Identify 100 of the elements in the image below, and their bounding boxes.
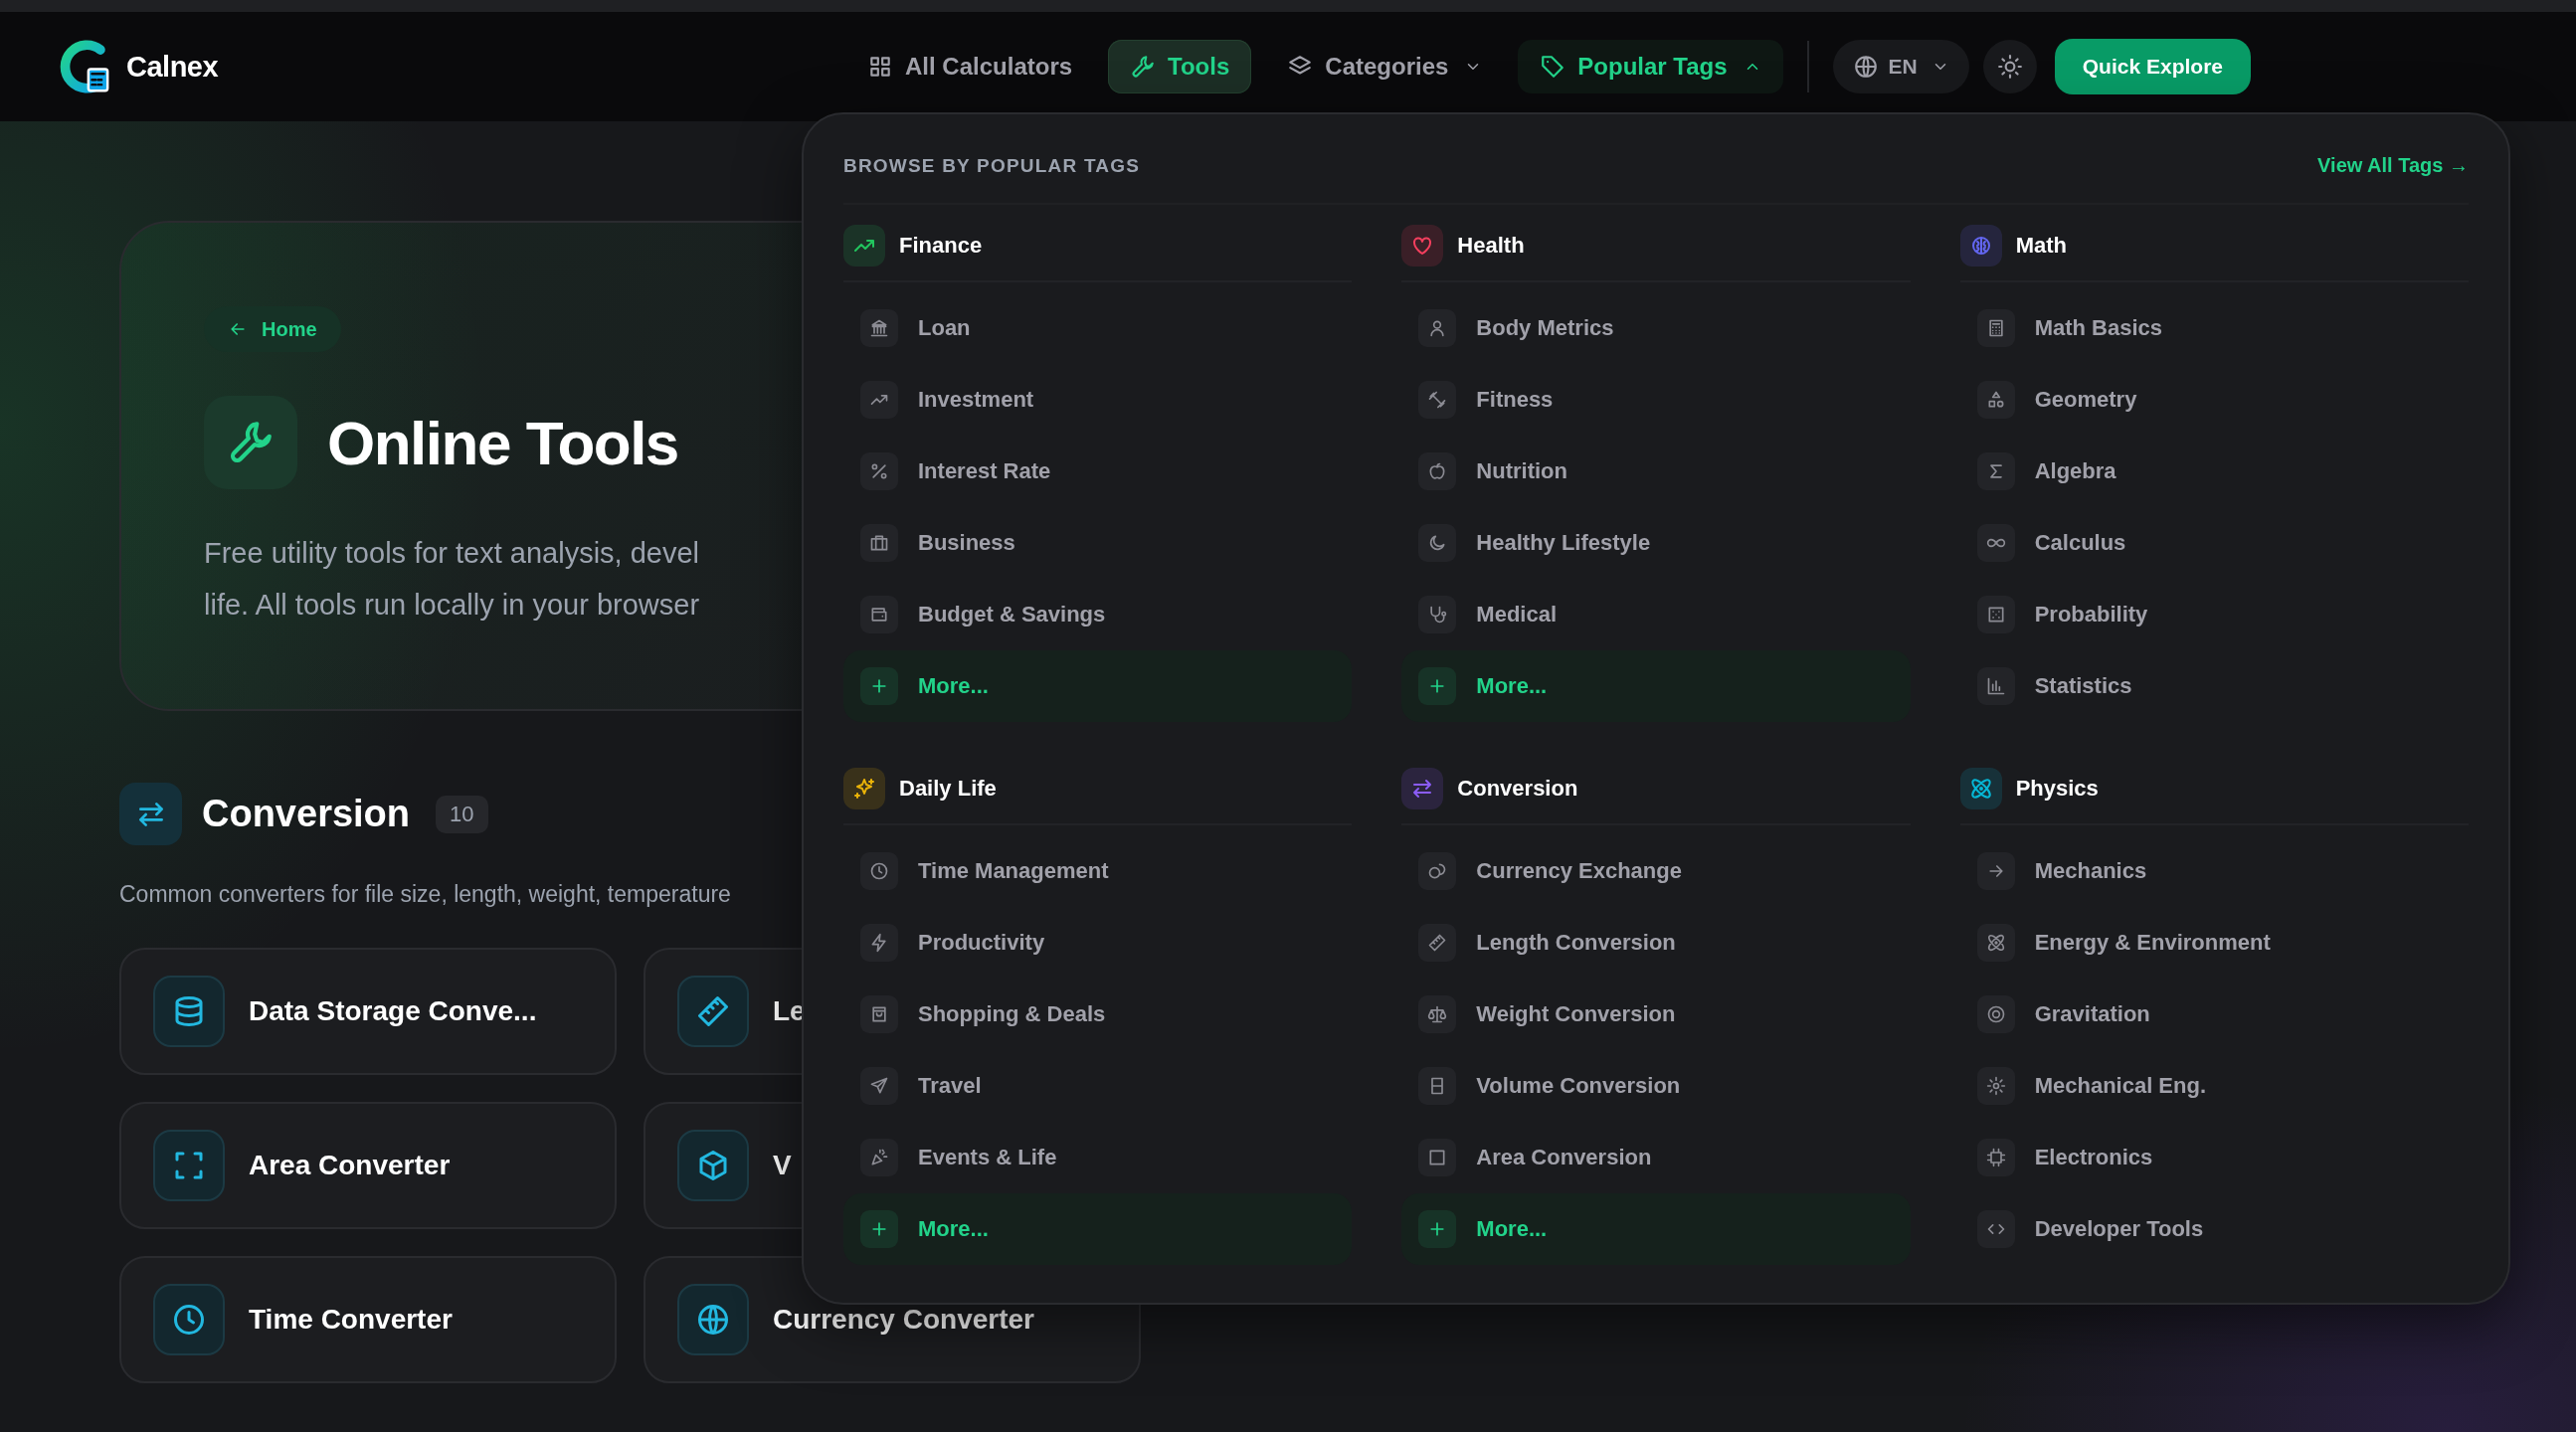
- stethoscope-icon: [1418, 596, 1457, 633]
- section-description: Common converters for file size, length, weight, temperature: [119, 881, 731, 908]
- moon-icon: [1418, 524, 1457, 562]
- plus-icon: [860, 667, 898, 705]
- tag-link[interactable]: Body Metrics: [1401, 292, 1911, 364]
- group-title: Daily Life: [899, 776, 997, 802]
- tag-link[interactable]: Electronics: [1959, 1122, 2469, 1193]
- tag-link[interactable]: Area Conversion: [1401, 1122, 1911, 1193]
- quick-explore-button[interactable]: Quick Explore: [2054, 39, 2251, 94]
- home-link[interactable]: Home: [204, 306, 341, 352]
- sigma-icon: [1976, 452, 2015, 490]
- code-icon: [1976, 1210, 2015, 1248]
- group-title: Finance: [899, 233, 983, 259]
- ruler-icon: [1418, 924, 1457, 962]
- tag-link[interactable]: Algebra: [1959, 436, 2469, 507]
- group-title: Health: [1457, 233, 1525, 259]
- tag-link[interactable]: Budget & Savings: [843, 579, 1353, 650]
- scale-icon: [1418, 995, 1457, 1033]
- user-icon: [1418, 309, 1457, 347]
- more-link[interactable]: More...: [843, 1193, 1353, 1265]
- chip-icon: [1976, 1139, 2015, 1176]
- nav-link[interactable]: Popular Tags: [1518, 40, 1783, 93]
- tag-link[interactable]: Investment: [843, 364, 1353, 436]
- tag-link[interactable]: Calculus: [1959, 507, 2469, 579]
- tag-link[interactable]: Travel: [843, 1050, 1353, 1122]
- gear-icon: [1976, 1067, 2015, 1105]
- clock-icon: [153, 1284, 225, 1355]
- dice-icon: [1976, 596, 2015, 633]
- tag-link[interactable]: Loan: [843, 292, 1353, 364]
- count-badge: 10: [436, 795, 488, 833]
- atom-icon: [1976, 924, 2015, 962]
- tag-link[interactable]: Business: [843, 507, 1353, 579]
- tag-link[interactable]: Volume Conversion: [1401, 1050, 1911, 1122]
- converter-card[interactable]: Time Converter: [119, 1256, 617, 1383]
- party-icon: [860, 1139, 898, 1176]
- card-title: Time Converter: [249, 1304, 453, 1336]
- wallet-icon: [860, 596, 898, 633]
- tag-link[interactable]: Length Conversion: [1401, 907, 1911, 979]
- tag-link[interactable]: Events & Life: [843, 1122, 1353, 1193]
- tag-link[interactable]: Statistics: [1959, 650, 2469, 722]
- plus-icon: [1418, 667, 1457, 705]
- card-title: V: [773, 1150, 792, 1181]
- tag-link[interactable]: Mechanical Eng.: [1959, 1050, 2469, 1122]
- tag-link[interactable]: Currency Exchange: [1401, 835, 1911, 907]
- group-title: Math: [2015, 233, 2067, 259]
- view-all-link[interactable]: View All Tags →: [2317, 154, 2469, 177]
- apple-icon: [1418, 452, 1457, 490]
- bag-icon: [860, 995, 898, 1033]
- arrow-right-icon: [1976, 852, 2015, 890]
- tag-link[interactable]: Productivity: [843, 907, 1353, 979]
- nav-link[interactable]: Categories: [1265, 40, 1505, 93]
- nav-link[interactable]: All Calculators: [845, 40, 1095, 93]
- tag-link[interactable]: Fitness: [1401, 364, 1911, 436]
- dropdown-title: BROWSE BY POPULAR TAGS: [843, 154, 1141, 177]
- tag-link[interactable]: Energy & Environment: [1959, 907, 2469, 979]
- tag-link[interactable]: Shopping & Deals: [843, 979, 1353, 1050]
- tag-link[interactable]: Developer Tools: [1959, 1193, 2469, 1265]
- tag-link[interactable]: Time Management: [843, 835, 1353, 907]
- tag-link[interactable]: Nutrition: [1401, 436, 1911, 507]
- language-button[interactable]: EN: [1832, 40, 1969, 93]
- tag-link[interactable]: Healthy Lifestyle: [1401, 507, 1911, 579]
- tag-link[interactable]: Probability: [1959, 579, 2469, 650]
- tag-link[interactable]: Medical: [1401, 579, 1911, 650]
- square-icon: [1418, 1139, 1457, 1176]
- more-link[interactable]: More...: [1401, 650, 1911, 722]
- more-link[interactable]: More...: [843, 650, 1353, 722]
- cup-icon: [1418, 1067, 1457, 1105]
- tag-link[interactable]: Mechanics: [1959, 835, 2469, 907]
- globe-icon: [677, 1284, 749, 1355]
- description-line: Free utility tools for text analysis, devel: [204, 536, 700, 571]
- lightning-icon: [860, 924, 898, 962]
- percent-icon: [860, 452, 898, 490]
- briefcase-icon: [860, 524, 898, 562]
- shapes-icon: [1976, 381, 2015, 419]
- nav-link[interactable]: Tools: [1108, 40, 1252, 93]
- clock-icon: [860, 852, 898, 890]
- tag-link[interactable]: Gravitation: [1959, 979, 2469, 1050]
- wrench-icon: [1130, 54, 1157, 80]
- calculator-icon: [1976, 309, 2015, 347]
- converter-card[interactable]: Data Storage Conve...: [119, 948, 617, 1075]
- dumbbell-icon: [1418, 381, 1457, 419]
- wrench-icon: [204, 396, 297, 489]
- tag-link[interactable]: Math Basics: [1959, 292, 2469, 364]
- tag-link[interactable]: Geometry: [1959, 364, 2469, 436]
- plus-icon: [860, 1210, 898, 1248]
- frame-icon: [153, 1130, 225, 1201]
- group-title: Conversion: [1457, 776, 1578, 802]
- card-title: Data Storage Conve...: [249, 995, 537, 1027]
- page-title: Online Tools: [327, 407, 678, 478]
- sun-icon: [1996, 54, 2023, 80]
- tag-link[interactable]: Weight Conversion: [1401, 979, 1911, 1050]
- cube-icon: [677, 1130, 749, 1201]
- trend-icon: [860, 381, 898, 419]
- card-title: Area Converter: [249, 1150, 451, 1181]
- swap-icon: [119, 783, 182, 845]
- infinity-icon: [1976, 524, 2015, 562]
- brand-name[interactable]: Calnex: [126, 50, 219, 84]
- tag-link[interactable]: Interest Rate: [843, 436, 1353, 507]
- more-link[interactable]: More...: [1401, 1193, 1911, 1265]
- converter-card[interactable]: Area Converter: [119, 1102, 617, 1229]
